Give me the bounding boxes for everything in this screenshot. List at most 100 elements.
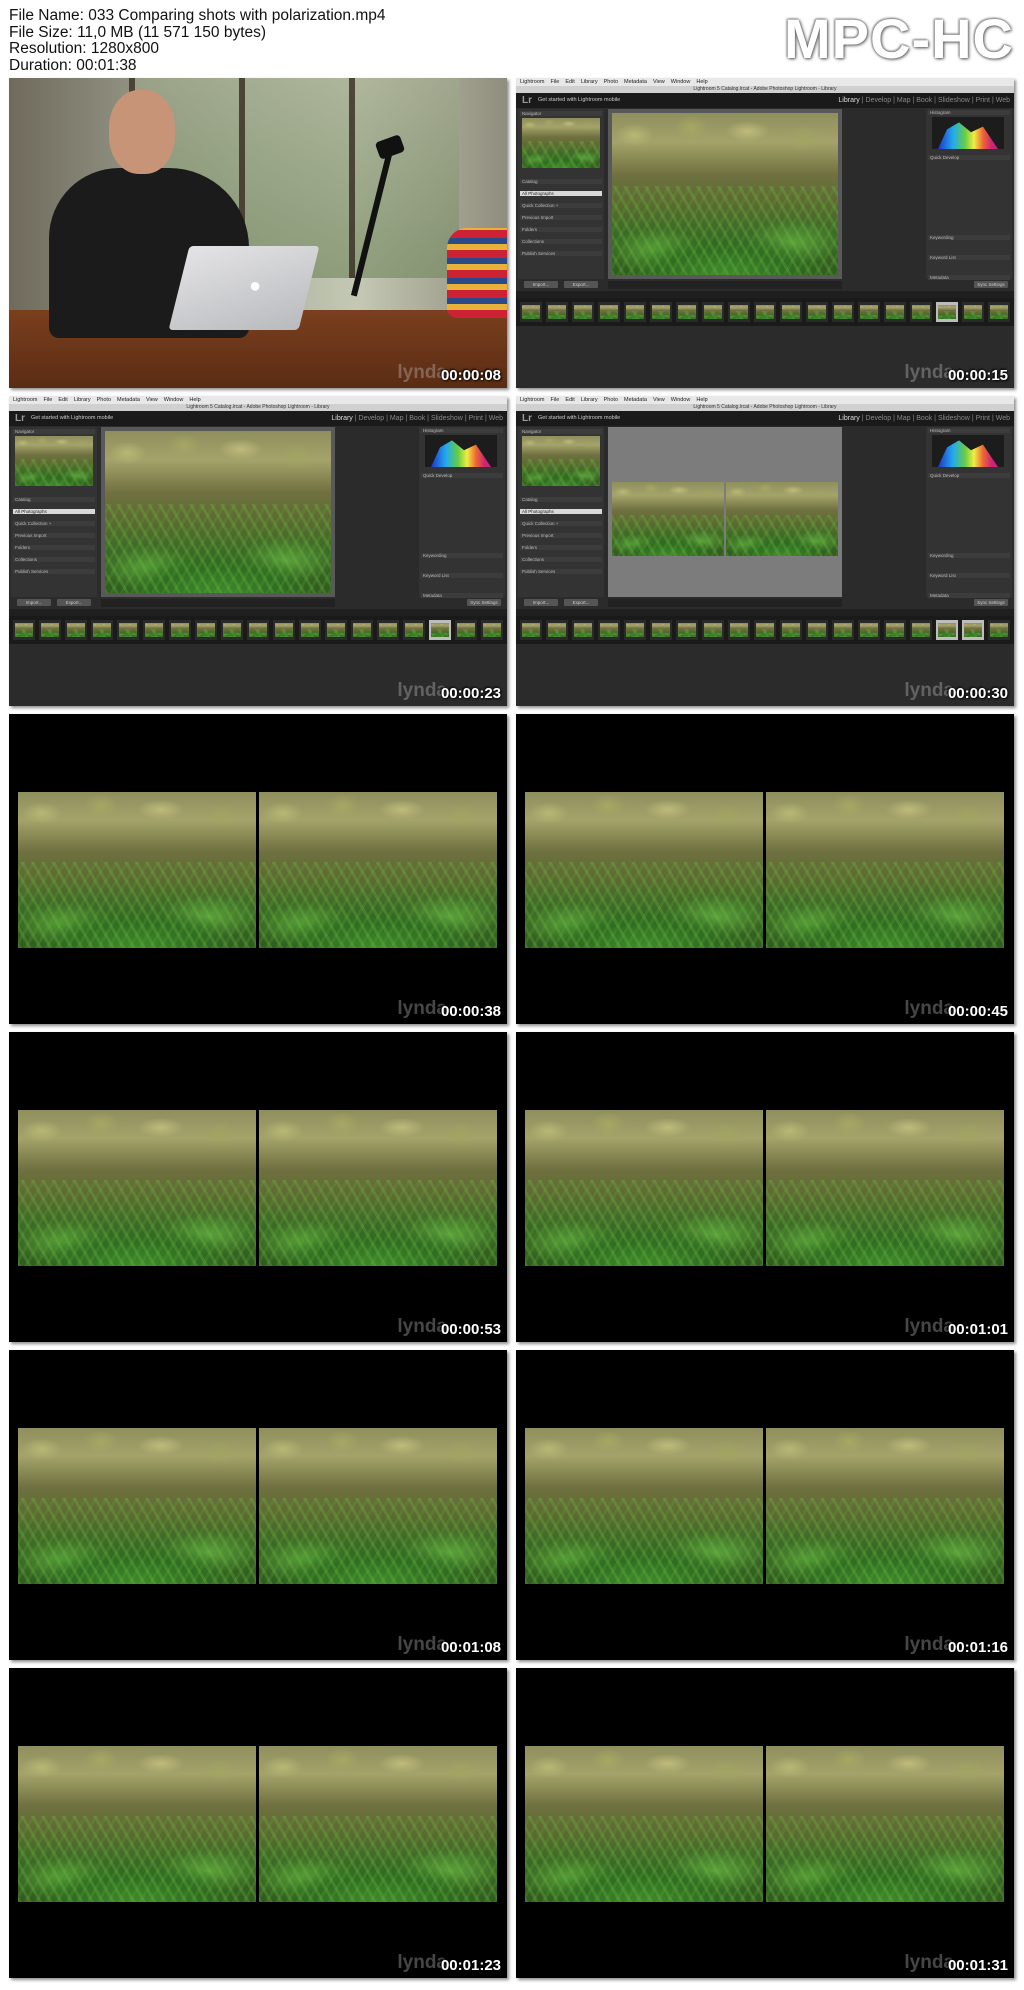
- filmstrip-thumbnail[interactable]: [572, 302, 594, 322]
- panel-item-quick-collection-[interactable]: Quick Collection +: [520, 203, 602, 208]
- filmstrip-thumbnail[interactable]: [598, 620, 620, 640]
- panel-header-quick-develop[interactable]: Quick Develop: [928, 473, 1010, 478]
- filmstrip-thumbnail[interactable]: [195, 620, 217, 640]
- menu-item-help[interactable]: Help: [189, 397, 200, 403]
- import-button[interactable]: Import...: [524, 281, 558, 288]
- filmstrip-thumbnail[interactable]: [858, 620, 880, 640]
- menu-item-window[interactable]: Window: [671, 79, 691, 85]
- filmstrip-thumbnail[interactable]: [962, 302, 984, 322]
- filmstrip-thumbnail[interactable]: [221, 620, 243, 640]
- menu-item-photo[interactable]: Photo: [604, 79, 618, 85]
- filmstrip-thumbnail[interactable]: [520, 302, 542, 322]
- filmstrip-thumbnail[interactable]: [884, 302, 906, 322]
- filmstrip-thumbnail[interactable]: [910, 302, 932, 322]
- filmstrip-thumbnail[interactable]: [377, 620, 399, 640]
- panel-header-navigator[interactable]: Navigator: [520, 111, 602, 116]
- panel-header-quick-develop[interactable]: Quick Develop: [928, 155, 1010, 160]
- identity-plate[interactable]: Get started with Lightroom mobile: [31, 415, 113, 421]
- panel-header-keywording[interactable]: Keywording: [928, 235, 1010, 240]
- module-map[interactable]: Map: [897, 97, 911, 104]
- filmstrip-thumbnail[interactable]: [65, 620, 87, 640]
- menu-item-view[interactable]: View: [653, 397, 665, 403]
- filmstrip-thumbnail[interactable]: [702, 620, 724, 640]
- menu-item-help[interactable]: Help: [696, 79, 707, 85]
- filmstrip-thumbnail[interactable]: [273, 620, 295, 640]
- module-book[interactable]: Book: [916, 97, 932, 104]
- menu-item-library[interactable]: Library: [581, 397, 598, 403]
- panel-header-metadata[interactable]: Metadata: [928, 275, 1010, 280]
- module-print[interactable]: Print: [469, 415, 483, 422]
- module-slideshow[interactable]: Slideshow: [938, 415, 970, 422]
- module-library[interactable]: Library: [331, 415, 352, 422]
- panel-header-metadata[interactable]: Metadata: [421, 593, 503, 598]
- filmstrip-thumbnail[interactable]: [325, 620, 347, 640]
- module-develop[interactable]: Develop: [866, 415, 892, 422]
- filmstrip-thumbnail[interactable]: [546, 620, 568, 640]
- filmstrip-thumbnail[interactable]: [702, 302, 724, 322]
- menu-item-photo[interactable]: Photo: [604, 397, 618, 403]
- panel-item-collections[interactable]: Collections: [13, 557, 95, 562]
- filmstrip-thumbnail[interactable]: [910, 620, 932, 640]
- panel-item-quick-collection-[interactable]: Quick Collection +: [520, 521, 602, 526]
- panel-item-collections[interactable]: Collections: [520, 239, 602, 244]
- module-print[interactable]: Print: [976, 415, 990, 422]
- panel-header-navigator[interactable]: Navigator: [13, 429, 95, 434]
- panel-item-catalog[interactable]: Catalog: [520, 497, 602, 502]
- panel-item-collections[interactable]: Collections: [520, 557, 602, 562]
- panel-item-folders[interactable]: Folders: [520, 227, 602, 232]
- menu-item-edit[interactable]: Edit: [565, 79, 574, 85]
- menu-item-library[interactable]: Library: [74, 397, 91, 403]
- sync-settings-button[interactable]: Sync Settings: [974, 281, 1008, 288]
- menu-item-metadata[interactable]: Metadata: [117, 397, 140, 403]
- filmstrip-thumbnail[interactable]: [832, 302, 854, 322]
- module-web[interactable]: Web: [996, 97, 1010, 104]
- menu-item-window[interactable]: Window: [164, 397, 184, 403]
- filmstrip-thumbnail[interactable]: [481, 620, 503, 640]
- panel-header-histogram[interactable]: Histogram: [928, 110, 1010, 115]
- filmstrip-thumbnail[interactable]: [988, 302, 1010, 322]
- menu-item-lightroom[interactable]: Lightroom: [13, 397, 37, 403]
- module-library[interactable]: Library: [838, 97, 859, 104]
- panel-header-quick-develop[interactable]: Quick Develop: [421, 473, 503, 478]
- import-button[interactable]: Import...: [524, 599, 558, 606]
- menu-item-view[interactable]: View: [653, 79, 665, 85]
- menu-item-file[interactable]: File: [43, 397, 52, 403]
- module-slideshow[interactable]: Slideshow: [431, 415, 463, 422]
- menu-item-edit[interactable]: Edit: [58, 397, 67, 403]
- menu-item-file[interactable]: File: [550, 397, 559, 403]
- filmstrip-thumbnail[interactable]: [455, 620, 477, 640]
- panel-item-all-photographs[interactable]: All Photographs: [520, 509, 602, 514]
- module-map[interactable]: Map: [390, 415, 404, 422]
- menu-item-file[interactable]: File: [550, 79, 559, 85]
- menu-item-photo[interactable]: Photo: [97, 397, 111, 403]
- filmstrip-thumbnail[interactable]: [988, 620, 1010, 640]
- panel-header-navigator[interactable]: Navigator: [520, 429, 602, 434]
- filmstrip-thumbnail[interactable]: [728, 620, 750, 640]
- filmstrip-thumbnail[interactable]: [598, 302, 620, 322]
- panel-item-catalog[interactable]: Catalog: [520, 179, 602, 184]
- menu-item-view[interactable]: View: [146, 397, 158, 403]
- filmstrip-thumbnail[interactable]: [117, 620, 139, 640]
- menu-item-lightroom[interactable]: Lightroom: [520, 79, 544, 85]
- filmstrip-thumbnail[interactable]: [884, 620, 906, 640]
- filmstrip-thumbnail[interactable]: [858, 302, 880, 322]
- panel-header-keywording[interactable]: Keywording: [421, 553, 503, 558]
- panel-header-keyword-list[interactable]: Keyword List: [421, 573, 503, 578]
- filmstrip-thumbnail[interactable]: [676, 302, 698, 322]
- panel-header-histogram[interactable]: Histogram: [928, 428, 1010, 433]
- filmstrip-thumbnail[interactable]: [754, 302, 776, 322]
- filmstrip-thumbnail[interactable]: [299, 620, 321, 640]
- export-button[interactable]: Export...: [564, 281, 598, 288]
- filmstrip-thumbnail[interactable]: [936, 302, 958, 322]
- filmstrip-thumbnail[interactable]: [351, 620, 373, 640]
- panel-header-keywording[interactable]: Keywording: [928, 553, 1010, 558]
- panel-item-all-photographs[interactable]: All Photographs: [520, 191, 602, 196]
- panel-item-publish-services[interactable]: Publish Services: [13, 569, 95, 574]
- export-button[interactable]: Export...: [564, 599, 598, 606]
- panel-header-metadata[interactable]: Metadata: [928, 593, 1010, 598]
- module-slideshow[interactable]: Slideshow: [938, 97, 970, 104]
- filmstrip-thumbnail[interactable]: [936, 620, 958, 640]
- module-web[interactable]: Web: [489, 415, 503, 422]
- menu-item-window[interactable]: Window: [671, 397, 691, 403]
- filmstrip-thumbnail[interactable]: [169, 620, 191, 640]
